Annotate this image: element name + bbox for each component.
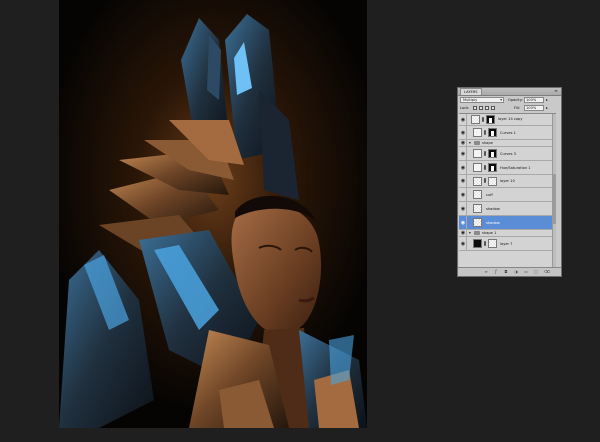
panel-footer: ∞ ƒ ◘ ◑ ▭ ▢ ⌫ (458, 267, 561, 276)
opacity-field[interactable]: 100% (524, 97, 544, 103)
layer-thumbnail (471, 115, 480, 124)
eye-icon[interactable]: ◉ (460, 220, 466, 226)
layer-name: layer 14 copy (498, 117, 523, 121)
layer-group-row[interactable]: ◉ ▾ shape 1 (459, 230, 556, 237)
link-icon (484, 130, 486, 135)
layer-row[interactable]: ◉ layer 14 copy (459, 114, 556, 126)
lock-fill-row: Lock: Fill: 100% ▸ (460, 105, 560, 111)
blend-mode-select[interactable]: Multiply ▾ (460, 97, 504, 103)
layers-panel: LAYERS ≡ Multiply ▾ Opacity: 100% ▸ Lock… (457, 87, 562, 277)
layer-thumbnail (473, 190, 482, 199)
new-layer-icon[interactable]: ▢ (534, 270, 538, 274)
layer-name: shadow (486, 221, 500, 225)
link-icon[interactable]: ∞ (484, 270, 488, 274)
eye-icon[interactable]: ◉ (460, 241, 466, 247)
layers-list: ◉ layer 14 copy ◉ Curves 1 ◉ ▾ shape ◉ C… (459, 113, 556, 268)
lock-image-icon[interactable] (479, 106, 483, 110)
layer-name: Curves 3 (500, 152, 516, 156)
artwork-canvas (59, 0, 367, 428)
layer-name: shape (482, 141, 493, 145)
layer-name: layer 7 (500, 242, 513, 246)
layer-row[interactable]: ◉ cuff (459, 188, 556, 202)
layer-mask-thumbnail (488, 163, 497, 172)
scrollbar-thumb[interactable] (553, 174, 556, 224)
link-icon (484, 151, 486, 156)
layer-row-selected[interactable]: ◉ shadow (459, 216, 556, 230)
hue-saturation-adjustment-icon (473, 163, 482, 172)
folder-icon (474, 141, 480, 145)
layer-row[interactable]: ◉ Curves 3 (459, 147, 556, 161)
eye-icon[interactable]: ◉ (460, 130, 466, 136)
lock-position-icon[interactable] (485, 106, 489, 110)
layer-name: shape 1 (482, 231, 497, 235)
fill-label: Fill: (514, 106, 521, 110)
layer-name: layer 10 (500, 179, 515, 183)
portrait-artwork (59, 0, 367, 428)
link-icon (484, 178, 486, 183)
opacity-label: Opacity: (508, 98, 523, 102)
tab-layers[interactable]: LAYERS (460, 88, 482, 95)
trash-icon[interactable]: ⌫ (544, 270, 550, 274)
lock-transparency-icon[interactable] (473, 106, 477, 110)
eye-icon[interactable]: ◉ (460, 151, 466, 157)
blend-mode-value: Multiply (463, 98, 478, 102)
link-icon (484, 165, 486, 170)
panel-titlebar: LAYERS ≡ (458, 88, 561, 96)
lock-all-icon[interactable] (491, 106, 495, 110)
expand-triangle-icon[interactable]: ▾ (469, 141, 471, 145)
link-icon (484, 241, 486, 246)
opacity-slider-arrow-icon[interactable]: ▸ (546, 97, 548, 103)
layer-thumbnail (473, 177, 482, 186)
mask-icon[interactable]: ◘ (504, 270, 508, 274)
eye-icon[interactable]: ◉ (460, 178, 466, 184)
eye-icon[interactable]: ◉ (460, 140, 466, 146)
layer-row[interactable]: ◉ shadow (459, 202, 556, 216)
eye-icon[interactable]: ◉ (460, 206, 466, 212)
layer-row[interactable]: ◉ Hue/Saturation 1 (459, 161, 556, 175)
folder-icon[interactable]: ▭ (524, 270, 528, 274)
eye-icon[interactable]: ◉ (460, 165, 466, 171)
fill-field[interactable]: 100% (524, 105, 544, 111)
curves-adjustment-icon (473, 128, 482, 137)
layer-group-row[interactable]: ◉ ▾ shape (459, 140, 556, 147)
layer-row[interactable]: ◉ layer 7 (459, 237, 556, 251)
layers-scrollbar[interactable] (552, 114, 556, 268)
eye-icon[interactable]: ◉ (460, 230, 466, 236)
folder-icon (474, 231, 480, 235)
lock-label: Lock: (460, 106, 470, 110)
eye-icon[interactable]: ◉ (460, 192, 466, 198)
panel-menu-icon[interactable]: ≡ (553, 89, 559, 93)
layer-mask-thumbnail (488, 149, 497, 158)
blend-opacity-row: Multiply ▾ Opacity: 100% ▸ (460, 97, 560, 103)
layer-row[interactable]: ◉ layer 10 (459, 175, 556, 188)
layer-mask-thumbnail (488, 177, 497, 186)
adjustment-icon[interactable]: ◑ (514, 270, 518, 274)
layer-thumbnail (473, 218, 482, 227)
layer-thumbnail (473, 239, 482, 248)
curves-adjustment-icon (473, 149, 482, 158)
fill-slider-arrow-icon[interactable]: ▸ (546, 105, 548, 111)
layer-row[interactable]: ◉ Curves 1 (459, 126, 556, 140)
link-icon (482, 117, 484, 122)
layer-mask-thumbnail (488, 128, 497, 137)
layer-name: shadow (486, 207, 500, 211)
eye-icon[interactable]: ◉ (460, 117, 466, 123)
layer-name: cuff (486, 193, 493, 197)
layer-mask-thumbnail (486, 115, 495, 124)
expand-triangle-icon[interactable]: ▾ (469, 231, 471, 235)
layer-name: Hue/Saturation 1 (500, 166, 531, 170)
layer-thumbnail (473, 204, 482, 213)
chevron-down-icon: ▾ (500, 98, 502, 102)
layer-mask-thumbnail (488, 239, 497, 248)
layer-name: Curves 1 (500, 131, 516, 135)
fx-icon[interactable]: ƒ (494, 270, 498, 274)
